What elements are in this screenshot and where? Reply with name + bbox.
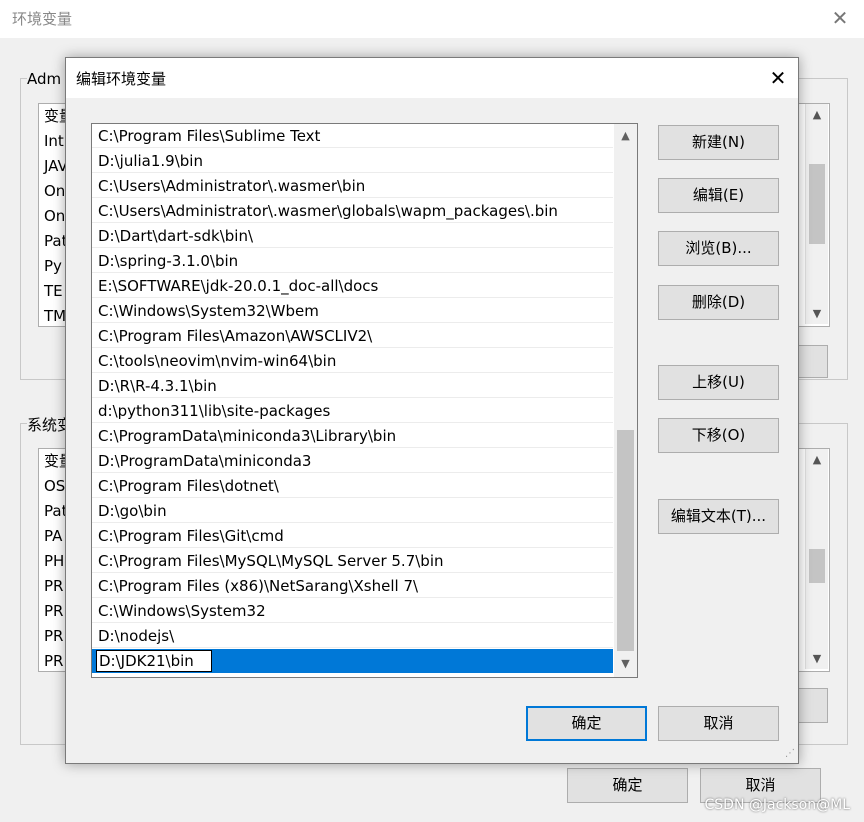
list-item[interactable]: C:\Program Files\dotnet\	[92, 474, 613, 498]
path-list-scrollbar[interactable]: ▲ ▼	[614, 124, 637, 677]
list-item[interactable]: D:\Dart\dart-sdk\bin\	[92, 224, 613, 248]
list-item[interactable]: C:\tools\neovim\nvim-win64\bin	[92, 349, 613, 373]
list-item[interactable]: C:\ProgramData\miniconda3\Library\bin	[92, 424, 613, 448]
list-item[interactable]: C:\Windows\System32	[92, 599, 613, 623]
scroll-up-icon[interactable]: ▲	[806, 108, 828, 121]
system-vars-scrollbar[interactable]: ▲ ▼	[805, 449, 828, 669]
list-item[interactable]: D:\ProgramData\miniconda3	[92, 449, 613, 473]
scrollbar-thumb[interactable]	[617, 430, 634, 651]
list-item[interactable]: D:\nodejs\	[92, 624, 613, 648]
path-edit-input[interactable]: D:\JDK21\bin	[96, 650, 212, 672]
list-item[interactable]: C:\Program Files\Amazon\AWSCLIV2\	[92, 324, 613, 348]
background-window-titlebar	[0, 0, 864, 38]
list-item[interactable]: D:\julia1.9\bin	[92, 149, 613, 173]
scrollbar-thumb[interactable]	[809, 164, 825, 244]
watermark: CSDN @Jackson@ML	[704, 797, 851, 813]
list-item[interactable]: C:\Users\Administrator\.wasmer\bin	[92, 174, 613, 198]
background-ok-button[interactable]: 确定	[567, 768, 688, 803]
list-item[interactable]: C:\Program Files\MySQL\MySQL Server 5.7\…	[92, 549, 613, 573]
list-item[interactable]: C:\Program Files\Git\cmd	[92, 524, 613, 548]
dialog-close-icon[interactable]: ✕	[764, 64, 792, 92]
cancel-button[interactable]: 取消	[658, 706, 779, 741]
selected-list-item[interactable]: D:\JDK21\bin	[92, 649, 613, 673]
list-item[interactable]: C:\Program Files\Sublime Text	[92, 124, 613, 148]
list-item[interactable]: C:\Windows\System32\Wbem	[92, 299, 613, 323]
edit-text-button[interactable]: 编辑文本(T)...	[658, 499, 779, 534]
list-item[interactable]: D:\go\bin	[92, 499, 613, 523]
background-window-title: 环境变量	[12, 10, 73, 28]
scroll-up-icon[interactable]: ▲	[614, 126, 637, 146]
background-close-icon[interactable]: ✕	[826, 4, 854, 32]
dialog-title: 编辑环境变量	[76, 70, 167, 88]
list-item[interactable]: C:\Program Files (x86)\NetSarang\Xshell …	[92, 574, 613, 598]
list-item[interactable]: E:\SOFTWARE\jdk-20.0.1_doc-all\docs	[92, 274, 613, 298]
scrollbar-thumb[interactable]	[809, 549, 825, 583]
user-vars-scrollbar[interactable]: ▲ ▼	[805, 104, 828, 324]
move-up-button[interactable]: 上移(U)	[658, 365, 779, 400]
resize-grip-icon[interactable]: ⋰	[785, 748, 797, 760]
list-item[interactable]: D:\spring-3.1.0\bin	[92, 249, 613, 273]
scroll-up-icon[interactable]: ▲	[806, 453, 828, 466]
scroll-down-icon[interactable]: ▼	[806, 307, 828, 320]
move-down-button[interactable]: 下移(O)	[658, 418, 779, 453]
new-button[interactable]: 新建(N)	[658, 125, 779, 160]
path-entries-list[interactable]: C:\Program Files\Sublime Text D:\julia1.…	[91, 123, 638, 678]
dialog-titlebar	[66, 58, 798, 98]
edit-env-var-dialog: 编辑环境变量 ✕ C:\Program Files\Sublime Text D…	[65, 57, 799, 764]
scroll-down-icon[interactable]: ▼	[806, 652, 828, 665]
list-item[interactable]: C:\Users\Administrator\.wasmer\globals\w…	[92, 199, 613, 223]
user-vars-group-label: Adm	[27, 70, 66, 88]
scroll-down-icon[interactable]: ▼	[614, 654, 637, 674]
list-item[interactable]: D:\R\R-4.3.1\bin	[92, 374, 613, 398]
delete-button[interactable]: 删除(D)	[658, 285, 779, 320]
ok-button[interactable]: 确定	[526, 706, 647, 741]
browse-button[interactable]: 浏览(B)...	[658, 231, 779, 266]
list-item[interactable]: d:\python311\lib\site-packages	[92, 399, 613, 423]
edit-button[interactable]: 编辑(E)	[658, 178, 779, 213]
